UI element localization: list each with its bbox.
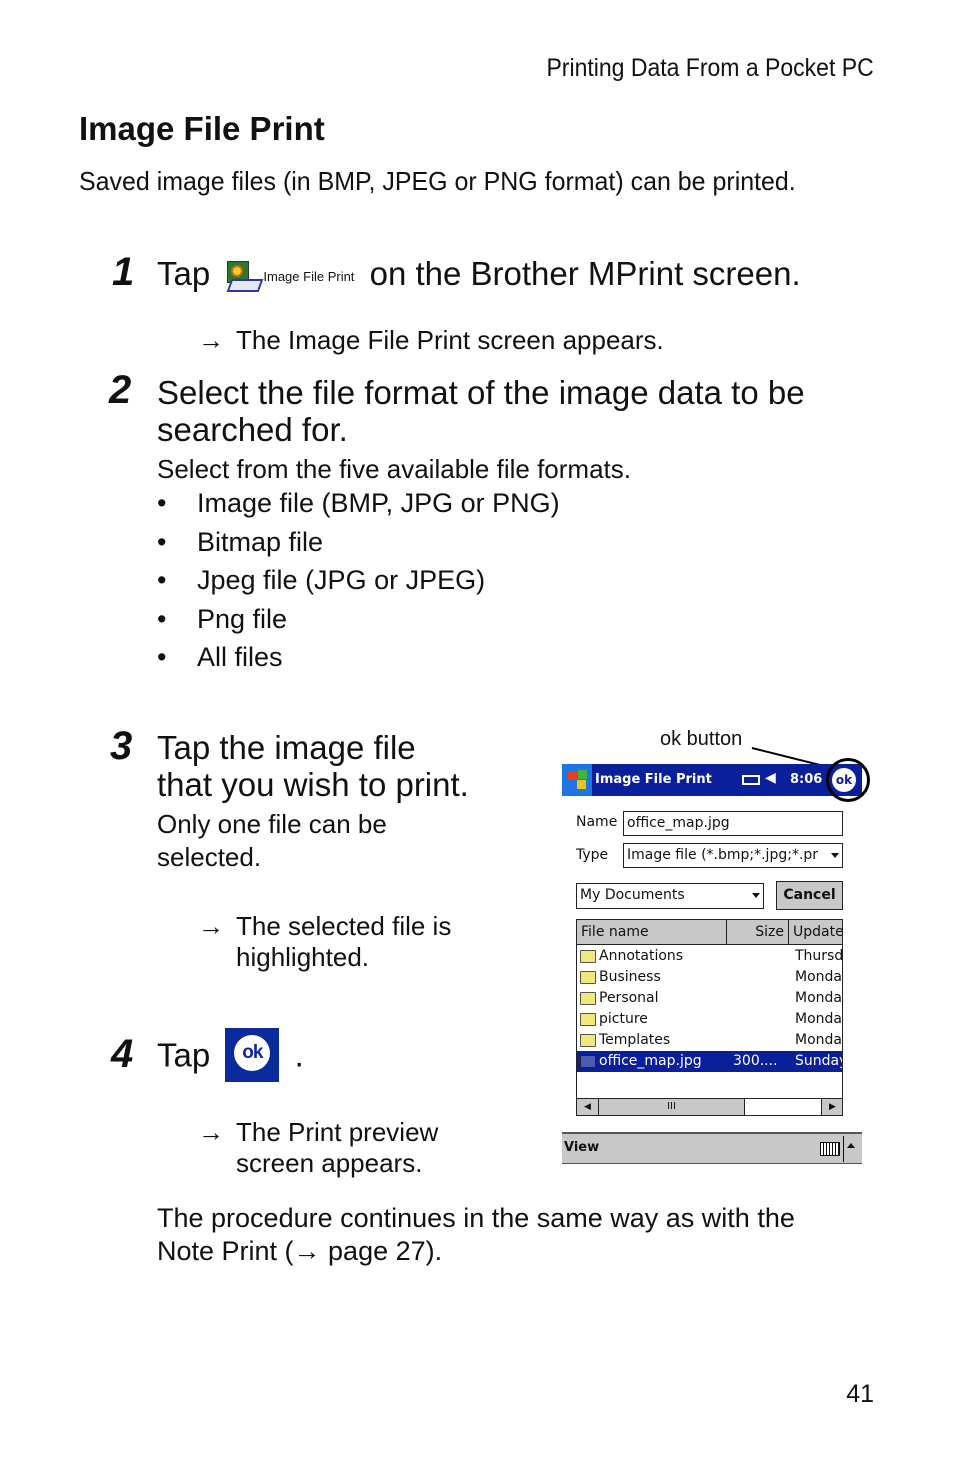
folder-icon [580, 1034, 596, 1047]
step-3-result: → The selected file is highlighted. [198, 911, 451, 973]
step-3-body-line2: selected. [157, 842, 262, 872]
step-4-pre: Tap [157, 1036, 211, 1074]
closing-line2: Note Print (→ page 27). [157, 1236, 443, 1266]
list-item[interactable]: Personal Monda [577, 988, 842, 1009]
step-1-post: on the Brother MPrint screen. [369, 255, 801, 292]
folder-icon [580, 1013, 596, 1026]
photo-tray-icon [225, 261, 264, 293]
format-list: Image file (BMP, JPG or PNG) Bitmap file… [157, 488, 560, 681]
clock[interactable]: 8:06 [790, 772, 822, 787]
ok-button-callout: ok button [660, 728, 743, 750]
folder-icon [580, 992, 596, 1005]
format-item: Jpeg file (JPG or JPEG) [157, 565, 560, 604]
step-4-post: . [294, 1036, 304, 1074]
folder-icon [580, 950, 596, 963]
ok-icon: ok [225, 1028, 280, 1082]
chevron-down-icon [831, 853, 839, 858]
ok-button-highlight-circle [826, 758, 870, 802]
format-item: Bitmap file [157, 527, 560, 566]
name-label: Name [576, 814, 618, 830]
step-4-result-line1: The Print preview [236, 1117, 439, 1147]
list-item-selected[interactable]: office_map.jpg 300.... Sunday [577, 1051, 842, 1072]
arrow-icon: → [198, 1117, 224, 1147]
step-1-result-text: The Image File Print screen appears. [236, 325, 664, 355]
scroll-thumb[interactable]: III [599, 1099, 745, 1115]
divider [843, 1136, 844, 1162]
step-3-result-line1: The selected file is [236, 911, 452, 941]
image-file-print-icon: Image File Print [225, 258, 354, 295]
name-field[interactable]: office_map.jpg [623, 811, 843, 836]
intro-text: Saved image files (in BMP, JPEG or PNG f… [79, 166, 796, 196]
speaker-icon[interactable]: ◀ [765, 770, 776, 786]
step-1-result: → The Image File Print screen appears. [198, 325, 664, 356]
step-2-body: Select from the five available file form… [157, 454, 631, 484]
step-3-heading: Tap the image file that you wish to prin… [157, 729, 469, 803]
step-3-result-line2: highlighted. [236, 942, 369, 972]
type-select-value: Image file (*.bmp;*.jpg;*.pr [627, 847, 819, 863]
step-2-heading-line1: Select the file format of the image data… [157, 374, 805, 411]
step-3-heading-line2: that you wish to print. [157, 766, 469, 803]
menu-bar: View [562, 1132, 862, 1164]
step-3-heading-line1: Tap the image file [157, 729, 416, 766]
page-number: 41 [846, 1380, 874, 1408]
column-file-name[interactable]: File name [577, 920, 727, 944]
scroll-left-icon[interactable]: ◀ [577, 1099, 599, 1115]
folder-select[interactable]: My Documents [576, 883, 764, 909]
list-item[interactable]: Templates Monda [577, 1030, 842, 1051]
folder-icon [580, 971, 596, 984]
type-label: Type [576, 847, 609, 863]
step-2-number: 2 [109, 368, 132, 412]
file-list: File name Size Update Annotations Thursd… [576, 919, 843, 1116]
running-head: Printing Data From a Pocket PC [546, 54, 874, 82]
chevron-down-icon [752, 893, 760, 898]
column-update[interactable]: Update [789, 920, 842, 944]
list-header: File name Size Update [577, 920, 842, 945]
battery-icon[interactable] [742, 775, 760, 785]
step-4-heading: Tap ok . [157, 1028, 304, 1082]
list-item[interactable]: Business Monda [577, 967, 842, 988]
scroll-right-icon[interactable]: ▶ [821, 1099, 842, 1115]
horizontal-scrollbar[interactable]: ◀ III ▶ [577, 1098, 842, 1115]
title-bar: Image File Print ◀ 8:06 ok [562, 764, 862, 796]
scroll-track[interactable] [745, 1099, 821, 1115]
closing-text: The procedure continues in the same way … [157, 1202, 795, 1268]
step-3-body-line1: Only one file can be [157, 809, 387, 839]
list-item[interactable]: picture Monda [577, 1009, 842, 1030]
window-title: Image File Print [595, 772, 712, 787]
step-2-heading: Select the file format of the image data… [157, 374, 805, 448]
step-3-body: Only one file can be selected. [157, 808, 387, 874]
column-size[interactable]: Size [727, 920, 789, 944]
arrow-icon: → [198, 911, 224, 941]
input-panel-up-icon[interactable] [847, 1143, 855, 1148]
step-1-pre: Tap [157, 255, 211, 292]
view-menu[interactable]: View [564, 1140, 599, 1155]
cancel-button[interactable]: Cancel [776, 881, 843, 910]
step-4-result: → The Print preview screen appears. [198, 1117, 438, 1179]
closing-line1: The procedure continues in the same way … [157, 1203, 795, 1233]
icon-label: Image File Print [263, 268, 355, 284]
format-item: Png file [157, 604, 560, 643]
pocket-pc-screen: Image File Print ◀ 8:06 ok Name office_m… [562, 764, 862, 1164]
step-4-number: 4 [111, 1032, 134, 1076]
format-item: Image file (BMP, JPG or PNG) [157, 488, 560, 527]
type-select[interactable]: Image file (*.bmp;*.jpg;*.pr [623, 843, 843, 868]
image-file-icon [580, 1055, 596, 1068]
arrow-icon: → [198, 325, 224, 355]
folder-select-value: My Documents [580, 887, 685, 903]
step-4-result-line2: screen appears. [236, 1148, 423, 1178]
step-1-heading: Tap Image File Print on the Brother MPri… [157, 255, 801, 295]
start-menu-icon[interactable] [562, 764, 592, 796]
format-item: All files [157, 642, 560, 681]
step-2-heading-line2: searched for. [157, 411, 348, 448]
keyboard-icon[interactable] [820, 1142, 840, 1156]
list-item[interactable]: Annotations Thursd [577, 946, 842, 967]
section-title: Image File Print [79, 110, 325, 147]
step-1-number: 1 [112, 250, 135, 294]
step-3-number: 3 [110, 724, 133, 768]
